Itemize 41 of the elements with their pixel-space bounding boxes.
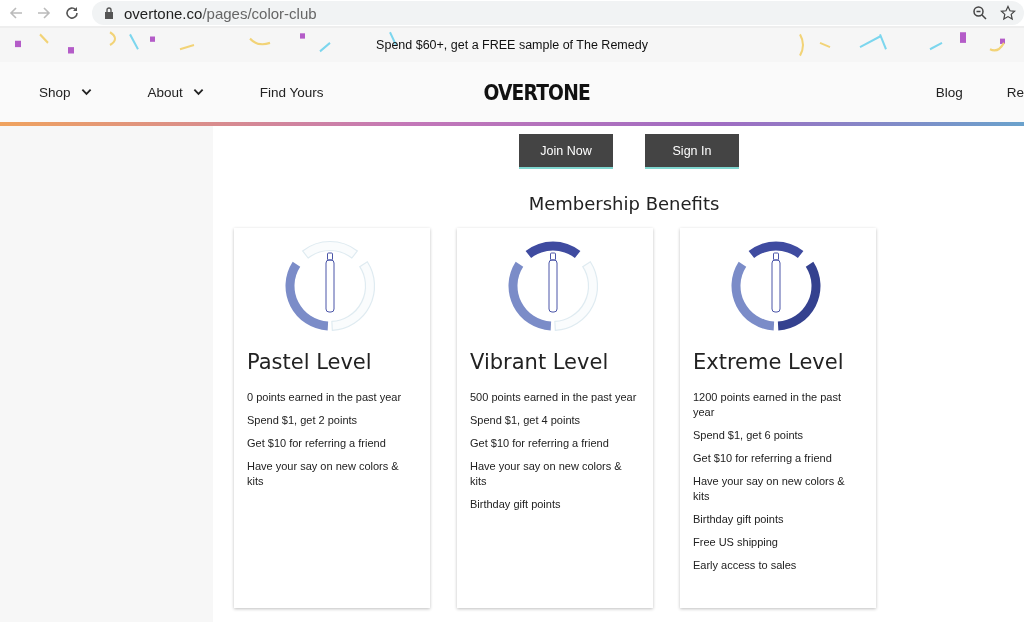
benefit-text: Get $10 for referring a friend [470,436,610,451]
lock-icon [104,7,114,19]
nav-link[interactable]: Find Yours [259,84,324,100]
benefit-text: Have your say on new colors & kits [693,474,846,504]
benefit-text: 500 points earned in the past year [470,390,638,405]
benefit-text: 0 points earned in the past year [247,390,403,405]
star-icon[interactable] [1000,5,1016,21]
tier-title: Pastel Level [247,350,373,374]
url-host: overtone.co [124,4,203,22]
benefit-text: Early access to sales [693,558,798,573]
bottle-icon [325,252,335,313]
url-path: /pages/color-club [202,4,317,22]
nav-link[interactable]: Blog [935,84,963,100]
benefit-text: 1200 points earned in the past year [693,390,842,420]
account-button[interactable]: Sign In [645,134,739,169]
benefit-text: Spend $1, get 6 points [693,428,805,443]
nav-link[interactable]: About [147,84,204,100]
benefit-text: Free US shipping [693,535,779,550]
benefit-text: Spend $1, get 2 points [247,413,359,428]
benefit-text: Have your say on new colors & kits [247,459,400,489]
benefit-text: Spend $1, get 4 points [470,413,582,428]
promo-text: Spend $60+, get a FREE sample of The Remedy [376,38,648,52]
zoom-icon[interactable] [972,5,988,21]
account-button[interactable]: Join Now [519,134,613,169]
nav-link[interactable]: Re [1006,84,1024,100]
tier-title: Extreme Level [693,350,845,374]
section-title: Membership Benefits [528,193,720,214]
address-bar[interactable]: overtone.co/pages/color-club [92,1,1024,25]
chevron-down-icon [80,88,92,96]
tier-title: Vibrant Level [470,350,610,374]
nav-link[interactable]: Shop [39,84,92,100]
bottle-icon [771,252,781,313]
benefit-text: Get $10 for referring a friend [693,451,833,466]
reload-icon[interactable] [64,5,80,21]
chevron-down-icon [192,88,204,96]
bottle-icon [548,252,558,313]
benefit-text: Birthday gift points [470,497,562,512]
benefit-text: Get $10 for referring a friend [247,436,387,451]
benefit-text: Have your say on new colors & kits [470,459,623,489]
benefit-text: Birthday gift points [693,512,785,527]
brand-logo[interactable]: OVERTONE [483,79,590,105]
